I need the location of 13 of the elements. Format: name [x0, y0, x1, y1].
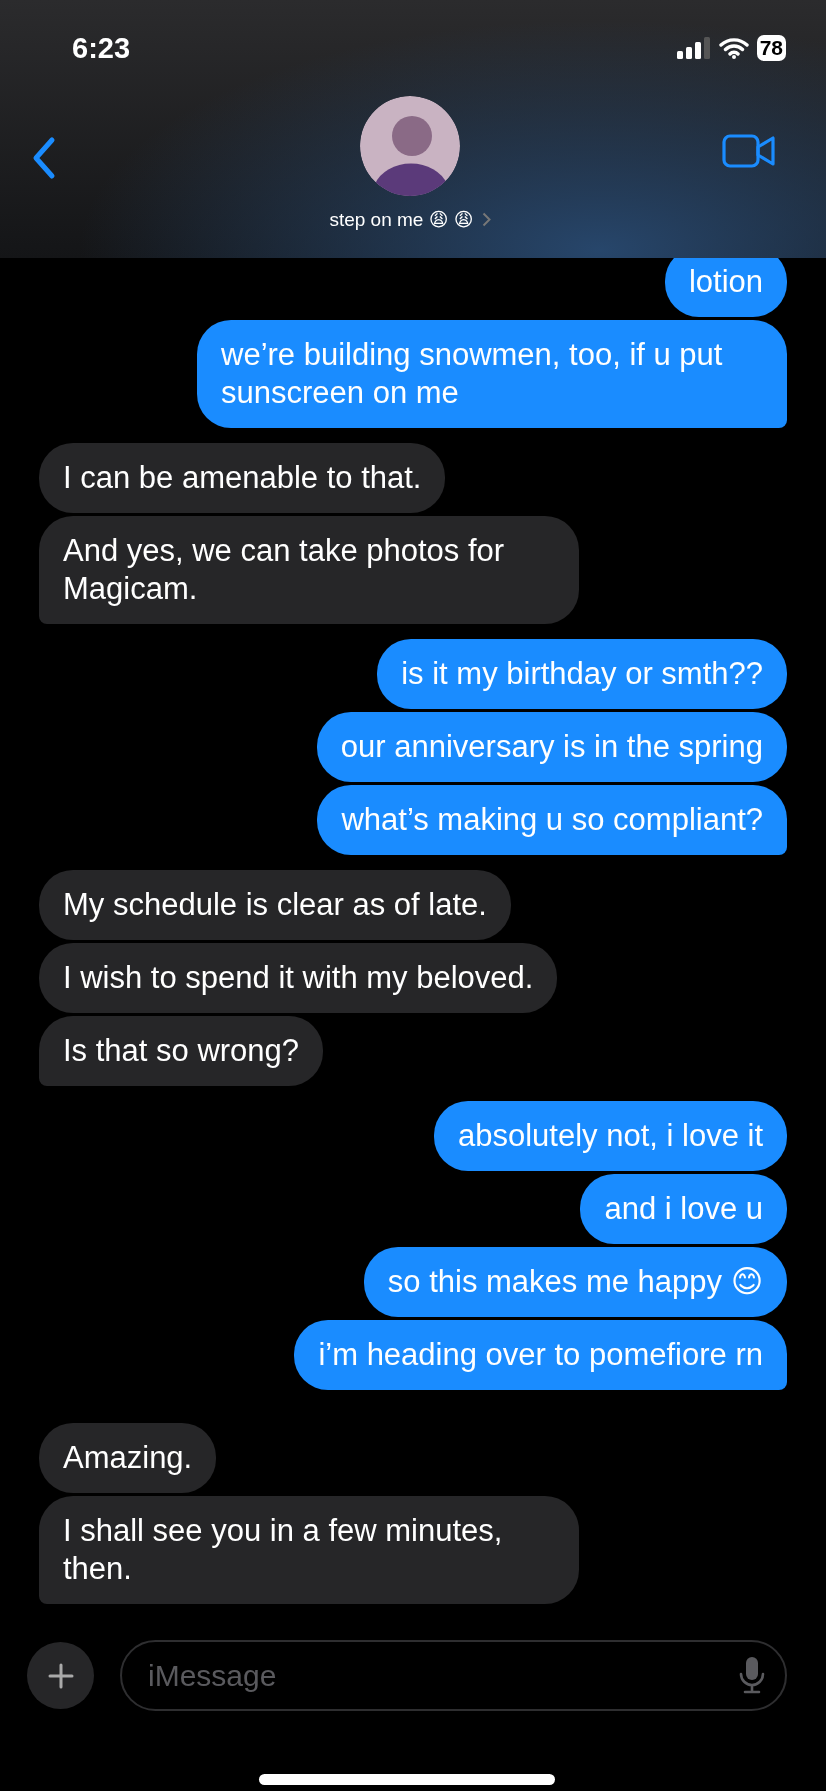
message-field[interactable]: iMessage	[120, 1640, 787, 1711]
chevron-right-icon[interactable]	[481, 212, 491, 227]
signal-icon	[676, 37, 711, 59]
avatar[interactable]	[360, 96, 460, 196]
contact-name[interactable]: step on me 😩 😩	[329, 208, 474, 231]
battery-level: 78	[756, 35, 786, 61]
microphone-icon[interactable]	[739, 1656, 765, 1694]
received-message: I shall see you in a few minutes, then.	[39, 1496, 579, 1604]
received-message: Amazing.	[39, 1423, 217, 1493]
plus-icon	[47, 1662, 74, 1689]
video-call-icon[interactable]	[722, 134, 776, 168]
status-time: 6:23	[72, 31, 131, 65]
wifi-icon	[718, 37, 749, 59]
